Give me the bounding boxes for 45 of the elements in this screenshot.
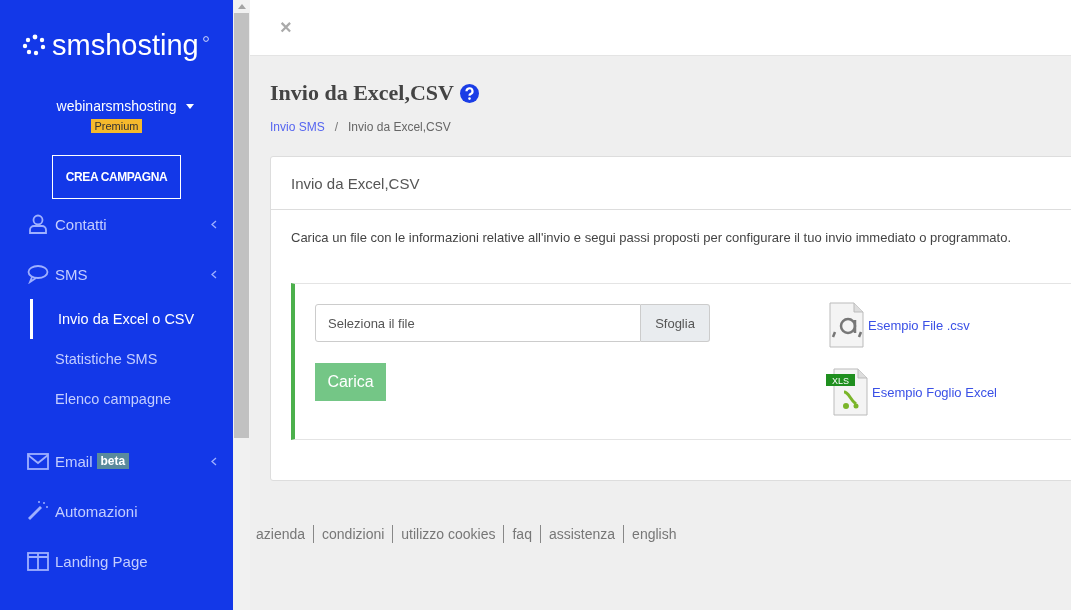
wand-icon (27, 501, 49, 521)
browse-button[interactable]: Sfoglia (641, 304, 710, 342)
footer-link[interactable]: condizioni (322, 526, 385, 542)
nav-label: SMS (55, 265, 88, 283)
card-title: Invio da Excel,CSV (291, 174, 420, 192)
footer-link[interactable]: faq (512, 526, 532, 542)
account-menu[interactable]: webinarsmshosting (56, 98, 195, 114)
plan-badge: Premium (91, 119, 142, 133)
example-link[interactable]: Esempio File .csv (868, 317, 970, 333)
columns-icon (27, 551, 49, 571)
user-icon (27, 214, 49, 234)
breadcrumb-current: Invio da Excel,CSV (348, 120, 451, 134)
nav-item[interactable]: Email beta (0, 436, 233, 486)
breadcrumb-link[interactable]: Invio SMS (270, 120, 325, 134)
nav-label: Landing Page (55, 552, 148, 570)
create-campaign-button[interactable]: CREA CAMPAGNA (52, 155, 181, 199)
registered-icon (202, 36, 209, 42)
logo[interactable]: smshosting (52, 28, 199, 62)
page-title: Invio da Excel,CSV (270, 80, 454, 106)
beta-badge: beta (96, 453, 130, 469)
submenu-item[interactable]: Statistiche SMS (0, 339, 233, 379)
nav-label: Email (55, 452, 93, 470)
description: Carica un file con le informazioni relative all'invio e segui passi proposti per configurare il tuo invio immediato o programmato. (291, 230, 1012, 245)
breadcrumb-separator: / (334, 120, 339, 134)
scroll-up-icon (237, 4, 246, 9)
scrollbar-thumb[interactable] (234, 13, 249, 438)
footer-link[interactable]: azienda (256, 526, 306, 542)
nav-label: Automazioni (55, 502, 138, 520)
chat-icon (27, 264, 49, 284)
submenu-item[interactable]: Elenco campagne (0, 379, 233, 419)
footer-link[interactable]: english (632, 526, 677, 542)
nav-label: Contatti (55, 215, 107, 233)
help-icon[interactable] (460, 83, 479, 103)
nav-item[interactable]: SMS (0, 249, 233, 299)
logo-icon (22, 34, 48, 56)
footer-link[interactable]: utilizzo cookies (401, 526, 496, 542)
nav-item[interactable]: Landing Page (0, 536, 233, 586)
nav-item[interactable]: Contatti (0, 199, 233, 249)
mail-icon (27, 451, 49, 471)
nav-item[interactable]: Automazioni (0, 486, 233, 536)
example-link[interactable]: Esempio Foglio Excel (872, 384, 997, 400)
file-field[interactable]: Seleziona il file (315, 304, 641, 342)
csv-file-icon (826, 302, 866, 348)
footer-link[interactable]: assistenza (548, 526, 616, 542)
caret-icon (186, 103, 195, 109)
